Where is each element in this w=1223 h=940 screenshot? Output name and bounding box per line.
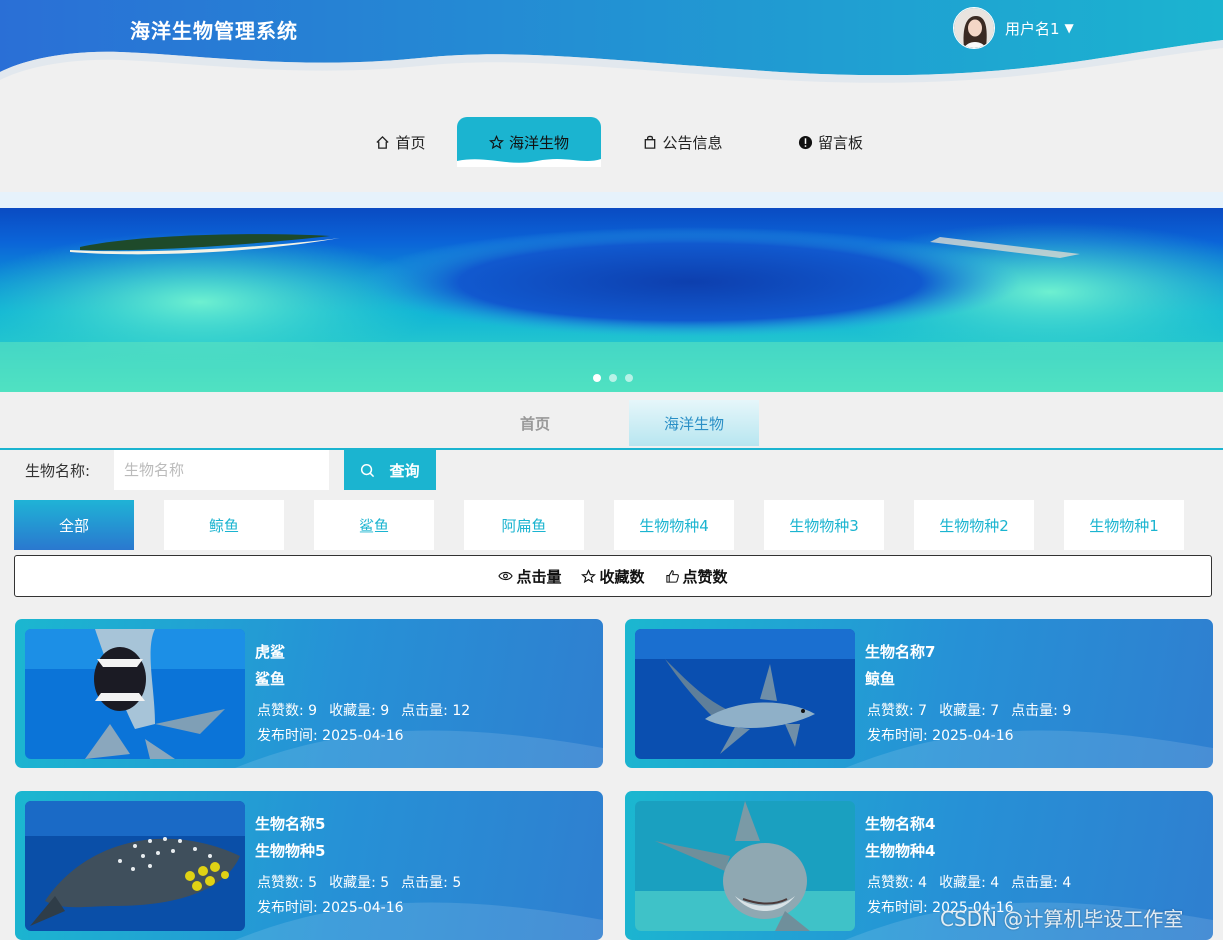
nav-active-wave [457,159,601,167]
nav-label: 首页 [395,133,426,152]
category-species-1[interactable]: 生物物种1 [1064,500,1184,550]
favorites-count: 收藏量: 7 [939,703,1000,719]
clicks-count: 点击量: 12 [401,703,471,719]
search-button-label: 查询 [389,461,420,480]
category-whale[interactable]: 鲸鱼 [164,500,284,550]
banner-carousel[interactable] [0,192,1223,392]
publish-date: 发布时间: 2025-04-16 [867,728,1014,744]
category-species-4[interactable]: 生物物种4 [614,500,734,550]
creature-stats: 点赞数: 9 收藏量: 9 点击量: 12 [257,700,482,720]
sort-by-likes[interactable]: 点赞数 [665,566,728,587]
carousel-dot[interactable] [593,374,601,382]
creature-name[interactable]: 生物名称5 [255,813,325,834]
favorites-count: 收藏量: 5 [329,875,390,891]
nav-item-message-board[interactable]: 留言板 [783,117,878,167]
breadcrumb-home[interactable]: 首页 [455,400,615,446]
creature-name[interactable]: 生物名称7 [865,641,935,662]
star-icon [581,568,597,583]
sort-label: 点击量 [516,567,562,586]
sort-by-clicks[interactable]: 点击量 [498,566,561,587]
watermark: CSDN @计算机毕设工作室 [940,907,1184,931]
breadcrumb-current: 海洋生物 [629,400,759,446]
sort-label: 收藏数 [599,567,645,586]
nav-label: 公告信息 [662,133,723,152]
sort-label: 点赞数 [682,567,728,586]
category-flatfish[interactable]: 阿扁鱼 [464,500,584,550]
carousel-dot[interactable] [625,374,633,382]
creature-name[interactable]: 生物名称4 [865,813,935,834]
eye-icon [498,571,514,581]
creature-image-bull-shark[interactable] [635,801,855,931]
creature-name[interactable]: 虎鲨 [255,641,285,662]
carousel-indicators [593,374,633,382]
creature-stats: 点赞数: 7 收藏量: 7 点击量: 9 [867,700,1083,720]
username[interactable]: 用户名1 [1005,18,1060,39]
list-item[interactable]: 生物名称7 鲸鱼 点赞数: 7 收藏量: 7 点击量: 9 发布时间: 2025-0… [625,619,1213,768]
publish-date: 发布时间: 2025-04-16 [257,900,404,916]
nav-item-marine-life[interactable]: 海洋生物 [457,117,601,167]
clicks-count: 点击量: 4 [1011,875,1072,891]
likes-count: 点赞数: 5 [257,875,318,891]
chevron-down-icon[interactable]: ▼ [1065,21,1074,35]
banner-ocean-image [0,192,1223,392]
category-species-3[interactable]: 生物物种3 [764,500,884,550]
publish-date: 发布时间: 2025-04-16 [257,728,404,744]
favorites-count: 收藏量: 9 [329,703,390,719]
thumbs-up-icon [665,569,679,583]
alert-icon [798,135,813,149]
list-item[interactable]: 虎鲨 鲨鱼 点赞数: 9 收藏量: 9 点击量: 12 发布时间: 2025-04-… [15,619,603,768]
sort-by-favorites[interactable]: 收藏数 [581,566,645,587]
creature-image-whale-shark[interactable] [25,801,245,931]
likes-count: 点赞数: 9 [257,703,318,719]
nav-label: 留言板 [817,133,863,152]
user-menu[interactable]: 用户名1 ▼ [953,7,1074,49]
sort-bar: 点击量 收藏数 点赞数 [14,555,1212,597]
creature-species: 生物物种5 [255,842,326,860]
search-input[interactable] [114,450,329,490]
creature-species: 鲸鱼 [865,670,896,688]
category-all[interactable]: 全部 [14,500,134,550]
list-item[interactable]: 生物名称5 生物物种5 点赞数: 5 收藏量: 5 点击量: 5 发布时间: 202… [15,791,603,940]
home-icon [376,135,390,149]
clicks-count: 点击量: 5 [401,875,462,891]
creature-species: 生物物种4 [865,842,936,860]
creature-image-tiger-shark[interactable] [25,629,245,759]
creature-species: 鲨鱼 [255,670,286,688]
search-button[interactable]: 查询 [344,450,436,490]
creature-stats: 点赞数: 4 收藏量: 4 点击量: 4 [867,872,1083,892]
nav-label: 海洋生物 [508,133,569,152]
bag-icon [645,135,656,149]
clicks-count: 点击量: 9 [1011,703,1072,719]
nav-item-home[interactable]: 首页 [353,117,448,167]
likes-count: 点赞数: 7 [867,703,928,719]
nav-item-announcements[interactable]: 公告信息 [628,117,738,167]
breadcrumb: 首页 海洋生物 [0,400,1223,450]
likes-count: 点赞数: 4 [867,875,928,891]
star-icon [488,134,504,149]
app-title: 海洋生物管理系统 [130,19,298,43]
search-label: 生物名称: [25,462,91,480]
category-shark[interactable]: 鲨鱼 [314,500,434,550]
carousel-dot[interactable] [609,374,617,382]
avatar[interactable] [953,7,995,49]
category-species-2[interactable]: 生物物种2 [914,500,1034,550]
main-nav: 首页 海洋生物 公告信息 留言板 [0,117,1223,167]
search-icon [361,463,375,477]
creature-stats: 点赞数: 5 收藏量: 5 点击量: 5 [257,872,473,892]
top-header: 海洋生物管理系统 用户名1 ▼ [0,0,1223,90]
creature-image-thresher-shark[interactable] [635,629,855,759]
favorites-count: 收藏量: 4 [939,875,1000,891]
